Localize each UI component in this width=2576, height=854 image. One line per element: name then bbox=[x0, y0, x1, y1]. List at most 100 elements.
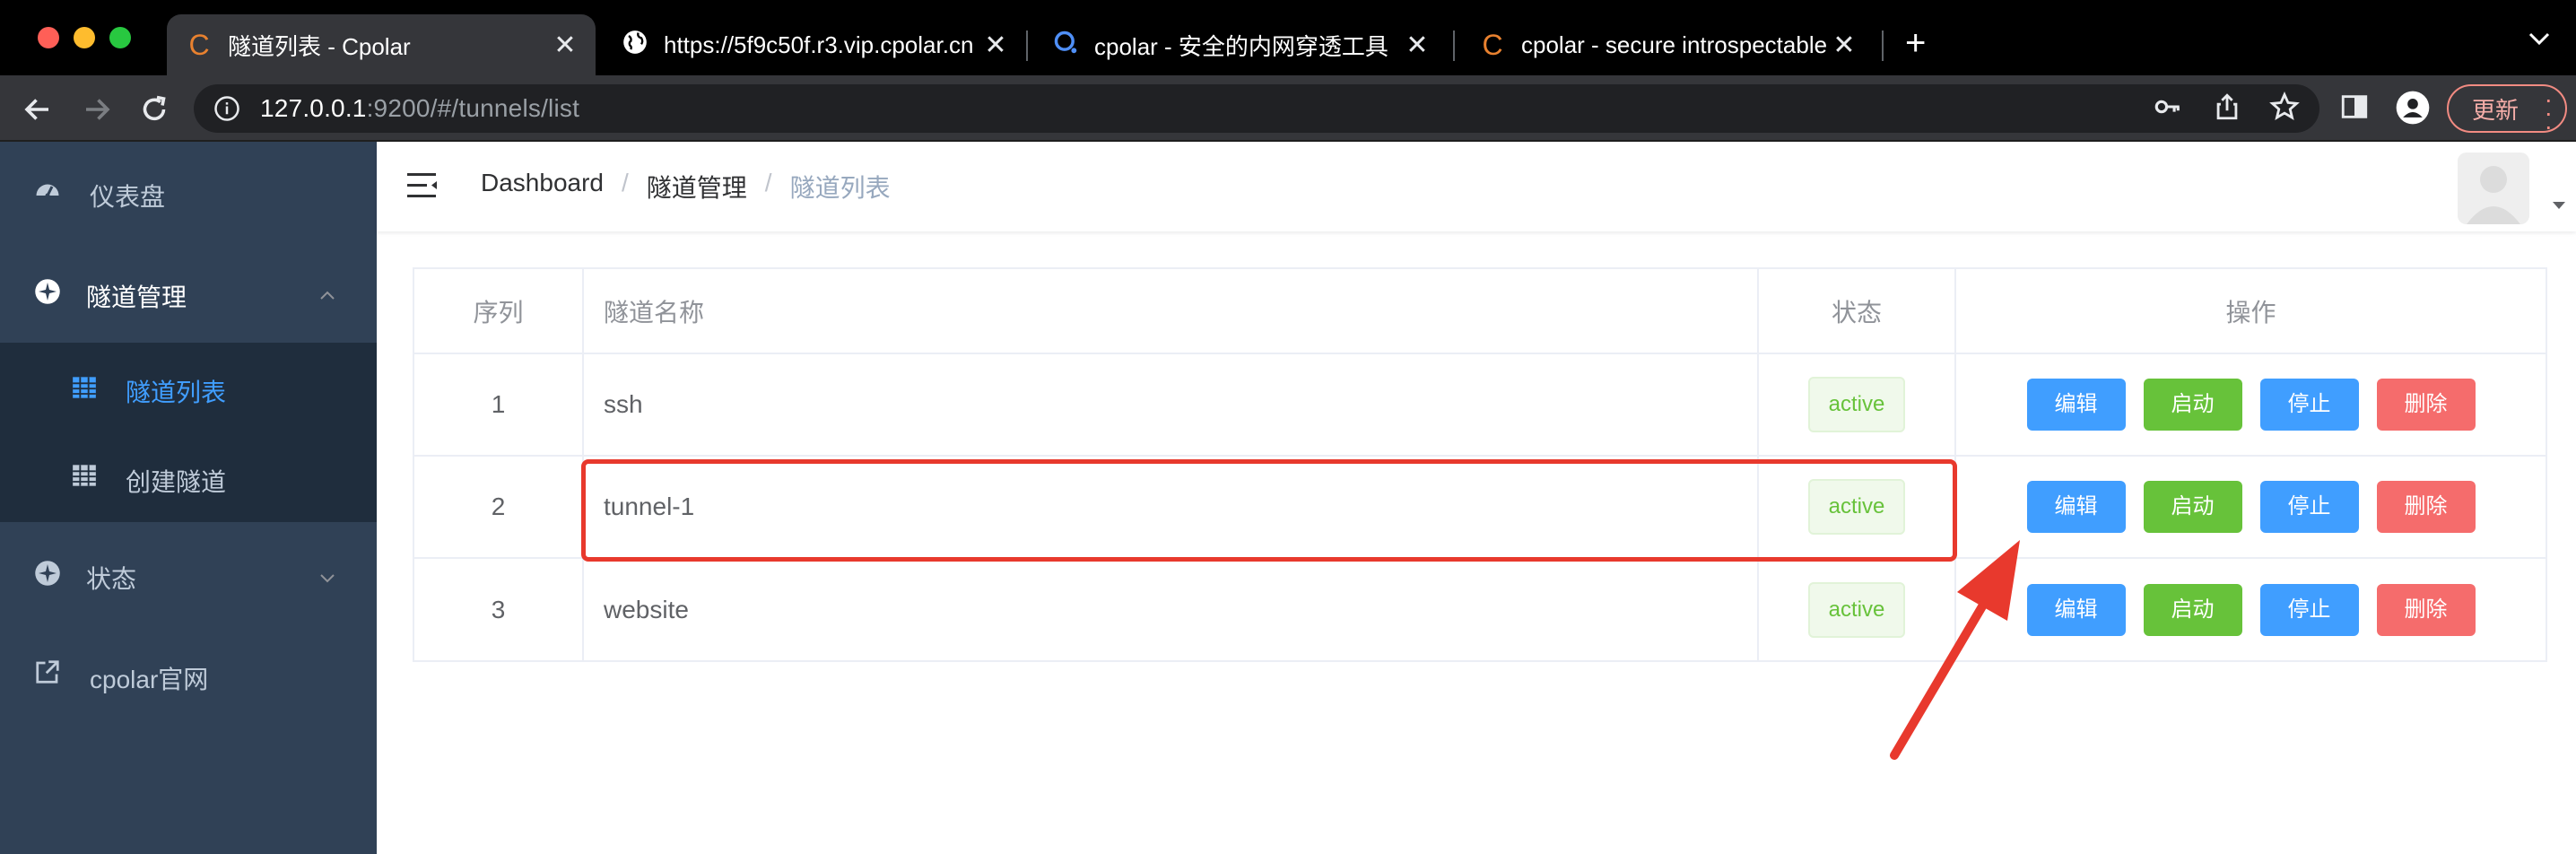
hamburger-menu-icon[interactable] bbox=[407, 172, 438, 199]
caret-down-icon[interactable] bbox=[2551, 199, 2567, 212]
globe-icon bbox=[619, 29, 651, 62]
delete-button[interactable]: 删除 bbox=[2376, 379, 2476, 431]
back-arrow-icon[interactable] bbox=[22, 93, 54, 126]
browser-tab-active[interactable]: C 隧道列表 - Cpolar ✕ bbox=[167, 14, 596, 75]
cpolar-c-icon: C bbox=[1482, 28, 1503, 61]
tab-separator bbox=[1453, 30, 1455, 61]
sidebar-item-label: cpolar官网 bbox=[90, 666, 209, 693]
sidebar-item-label: 创建隧道 bbox=[126, 468, 227, 496]
url-text: 127.0.0.1:9200/#/tunnels/list bbox=[260, 94, 579, 123]
cpolar-c-icon: C bbox=[188, 28, 210, 61]
table-icon bbox=[72, 375, 99, 402]
close-icon[interactable]: ✕ bbox=[551, 30, 579, 61]
delete-button[interactable]: 删除 bbox=[2376, 583, 2476, 636]
address-bar[interactable]: 127.0.0.1:9200/#/tunnels/list bbox=[194, 84, 2319, 133]
update-label: 更新 bbox=[2472, 96, 2519, 124]
table-row: 1 ssh active 编辑 启动 停止 删除 bbox=[414, 353, 2546, 457]
compass-icon bbox=[34, 560, 61, 587]
edit-button[interactable]: 编辑 bbox=[2026, 379, 2126, 431]
tab-separator bbox=[1882, 30, 1884, 61]
breadcrumb-tunnel-management[interactable]: 隧道管理 bbox=[647, 169, 747, 205]
row-index: 2 bbox=[414, 456, 584, 559]
sidebar-item-status[interactable]: 状态 bbox=[0, 522, 377, 623]
cpolar-q-icon bbox=[1049, 29, 1082, 62]
column-header-index: 序列 bbox=[414, 269, 584, 354]
column-header-status: 状态 bbox=[1758, 269, 1956, 354]
status-badge: active bbox=[1808, 377, 1905, 432]
table-row: 3 website active 编辑 启动 停止 删除 bbox=[414, 558, 2546, 660]
browser-toolbar: 127.0.0.1:9200/#/tunnels/list 更新 · · · bbox=[0, 75, 2576, 142]
forward-arrow-icon[interactable] bbox=[81, 93, 113, 126]
window-maximize-button[interactable] bbox=[109, 27, 131, 48]
sidebar-item-label: 隧道管理 bbox=[86, 283, 187, 311]
sidebar-item-dashboard[interactable]: 仪表盘 bbox=[0, 142, 377, 242]
tab-title: https://5f9c50f.r3.vip.cpolar.cn bbox=[664, 30, 974, 58]
close-icon[interactable]: ✕ bbox=[981, 30, 1010, 61]
external-link-icon bbox=[34, 658, 61, 685]
sidebar-panel-icon[interactable] bbox=[2339, 92, 2371, 124]
new-tab-button[interactable]: + bbox=[1905, 23, 1926, 63]
sidebar-item-tunnel-list[interactable]: 隧道列表 bbox=[0, 343, 377, 432]
stop-button[interactable]: 停止 bbox=[2259, 583, 2359, 636]
row-index: 3 bbox=[414, 558, 584, 660]
sidebar-item-label: 仪表盘 bbox=[90, 183, 166, 211]
sidebar-item-cpolar-website[interactable]: cpolar官网 bbox=[0, 623, 377, 723]
tunnel-name: ssh bbox=[583, 353, 1759, 457]
breadcrumb-separator: / bbox=[621, 169, 629, 196]
tab-title: 隧道列表 - Cpolar bbox=[228, 32, 411, 60]
annotation-arrow bbox=[1890, 540, 2020, 760]
start-button[interactable]: 启动 bbox=[2143, 481, 2242, 533]
tab-title: cpolar - 安全的内网穿透工具 bbox=[1094, 32, 1388, 60]
tab-search-chevron-icon[interactable] bbox=[2528, 30, 2551, 51]
sidebar: 仪表盘 隧道管理 隧道列表 创建隧道 状态 cpolar官网 bbox=[0, 142, 377, 854]
chevron-down-icon bbox=[318, 565, 337, 585]
breadcrumb-current: 隧道列表 bbox=[789, 174, 891, 202]
browser-tab-bar: C 隧道列表 - Cpolar ✕ https://5f9c50f.r3.vip… bbox=[0, 0, 2576, 75]
tab-title: cpolar - secure introspectable bbox=[1521, 30, 1828, 58]
sidebar-item-label: 状态 bbox=[86, 565, 137, 593]
stop-button[interactable]: 停止 bbox=[2259, 379, 2359, 431]
bookmark-star-icon[interactable] bbox=[2269, 92, 2302, 124]
status-cell: active bbox=[1758, 353, 1956, 457]
dashboard-icon bbox=[34, 178, 61, 205]
actions-cell: 编辑 启动 停止 删除 bbox=[1955, 353, 2546, 457]
close-icon[interactable]: ✕ bbox=[1830, 30, 1858, 61]
row-index: 1 bbox=[414, 353, 584, 457]
tab-separator bbox=[1026, 30, 1028, 61]
stop-button[interactable]: 停止 bbox=[2259, 481, 2359, 533]
sidebar-item-tunnel-management[interactable]: 隧道管理 bbox=[0, 242, 377, 343]
breadcrumb-separator: / bbox=[764, 169, 772, 196]
chevron-up-icon bbox=[318, 283, 337, 303]
close-icon[interactable]: ✕ bbox=[1403, 30, 1432, 61]
more-menu-icon[interactable]: · · · bbox=[2545, 87, 2553, 139]
update-button[interactable]: 更新 · · · bbox=[2447, 84, 2567, 139]
annotation-highlight-box bbox=[581, 459, 1957, 562]
browser-tab[interactable]: https://5f9c50f.r3.vip.cpolar.cn ✕ bbox=[608, 14, 1021, 75]
table-icon bbox=[72, 463, 99, 490]
compass-icon bbox=[34, 278, 61, 305]
sidebar-item-label: 隧道列表 bbox=[126, 379, 227, 406]
table-header-row: 序列 隧道名称 状态 操作 bbox=[414, 269, 2546, 354]
profile-icon[interactable] bbox=[2395, 90, 2430, 125]
browser-tab[interactable]: cpolar - 安全的内网穿透工具 ✕ bbox=[1039, 14, 1442, 75]
avatar[interactable] bbox=[2458, 152, 2529, 224]
info-icon[interactable] bbox=[213, 95, 240, 122]
top-navbar: Dashboard / 隧道管理 / 隧道列表 bbox=[377, 142, 2576, 231]
url-host: 127.0.0.1 bbox=[260, 94, 367, 122]
column-header-name: 隧道名称 bbox=[583, 269, 1759, 354]
tunnel-name: website bbox=[583, 558, 1759, 660]
window-minimize-button[interactable] bbox=[74, 27, 95, 48]
browser-tab[interactable]: C cpolar - secure introspectable ✕ bbox=[1466, 14, 1869, 75]
start-button[interactable]: 启动 bbox=[2143, 379, 2242, 431]
breadcrumb-dashboard[interactable]: Dashboard bbox=[481, 169, 604, 205]
column-header-actions: 操作 bbox=[1955, 269, 2546, 354]
window-close-button[interactable] bbox=[38, 27, 59, 48]
reload-icon[interactable] bbox=[138, 93, 170, 126]
delete-button[interactable]: 删除 bbox=[2376, 481, 2476, 533]
start-button[interactable]: 启动 bbox=[2143, 583, 2242, 636]
breadcrumb: Dashboard / 隧道管理 / 隧道列表 bbox=[481, 169, 891, 205]
sidebar-item-create-tunnel[interactable]: 创建隧道 bbox=[0, 432, 377, 522]
url-path: :9200/#/tunnels/list bbox=[366, 94, 580, 122]
share-icon[interactable] bbox=[2212, 92, 2244, 124]
key-icon[interactable] bbox=[2153, 92, 2185, 124]
